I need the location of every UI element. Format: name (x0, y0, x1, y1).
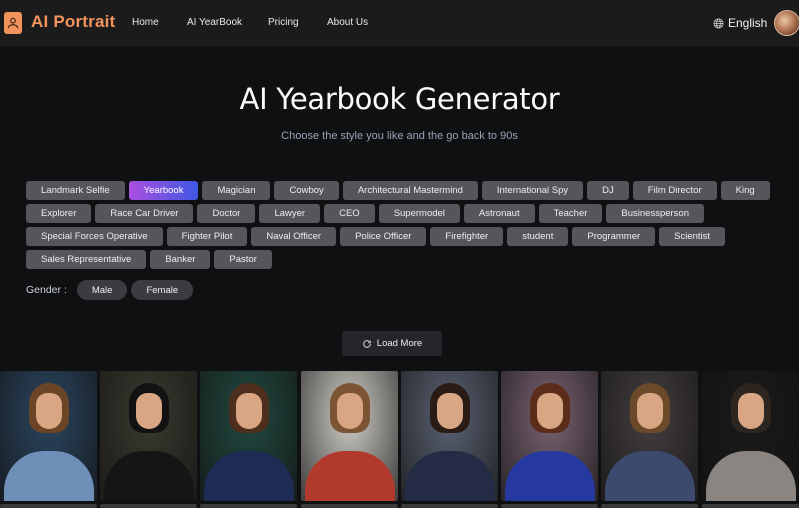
portrait-face (235, 393, 262, 429)
yearbook-photo-sweater-boy[interactable] (0, 371, 97, 501)
portrait-face (436, 393, 463, 429)
gallery-next-row-card[interactable] (702, 504, 799, 508)
portrait-face (336, 393, 363, 429)
gallery-next-row-card[interactable] (0, 504, 97, 508)
yearbook-photo-glasses-girl[interactable] (200, 371, 297, 501)
style-chip-firefighter[interactable]: Firefighter (430, 227, 504, 246)
portrait-shoulders (304, 451, 395, 501)
style-chip-police-officer[interactable]: Police Officer (340, 227, 427, 246)
gallery-next-row-card[interactable] (301, 504, 398, 508)
yearbook-photo-suit-boy[interactable] (401, 371, 498, 501)
nav-pricing[interactable]: Pricing (268, 17, 299, 28)
user-icon (7, 17, 19, 29)
portrait-face (536, 393, 563, 429)
style-chip-supermodel[interactable]: Supermodel (378, 204, 460, 223)
style-chip-lawyer[interactable]: Lawyer (259, 204, 321, 223)
style-chip-sales-representative[interactable]: Sales Representative (26, 250, 147, 269)
refresh-icon (362, 339, 371, 348)
language-label: English (728, 16, 768, 30)
style-chip-banker[interactable]: Banker (150, 250, 211, 269)
gallery-next-row-card[interactable] (200, 504, 297, 508)
style-chip-dj[interactable]: DJ (587, 181, 629, 200)
style-chip-explorer[interactable]: Explorer (26, 204, 92, 223)
style-chip-student[interactable]: student (507, 227, 569, 246)
style-chip-architectural-mastermind[interactable]: Architectural Mastermind (342, 181, 478, 200)
yearbook-photo-dark-hair-girl[interactable] (100, 371, 197, 501)
yearbook-photo-blazer-boy[interactable] (601, 371, 698, 501)
gallery-next-row-card[interactable] (601, 504, 698, 508)
style-chip-doctor[interactable]: Doctor (197, 204, 256, 223)
page-subtitle: Choose the style you like and the go bac… (281, 130, 518, 142)
nav-ai-yearbook[interactable]: AI YearBook (187, 17, 242, 28)
yearbook-gallery (0, 371, 799, 508)
portrait-face (737, 393, 764, 429)
load-more-label: Load More (376, 338, 423, 349)
top-navbar: AI Portrait Home AI YearBook Pricing Abo… (0, 0, 799, 46)
gender-filter: Gender : Male Female (26, 280, 194, 300)
gender-label: Gender : (26, 284, 67, 296)
style-chip-businessperson[interactable]: Businessperson (606, 204, 705, 223)
style-chip-astronaut[interactable]: Astronaut (463, 204, 535, 223)
style-chip-pastor[interactable]: Pastor (214, 250, 272, 269)
portrait-shoulders (203, 451, 294, 501)
globe-icon (713, 18, 724, 28)
style-chip-magician[interactable]: Magician (202, 181, 271, 200)
portrait-shoulders (705, 451, 796, 501)
portrait-shoulders (604, 451, 695, 501)
yearbook-photo-cellist[interactable] (702, 371, 799, 501)
style-chip-special-forces-operative[interactable]: Special Forces Operative (26, 227, 163, 246)
style-chip-yearbook[interactable]: Yearbook (128, 181, 199, 200)
style-chip-film-director[interactable]: Film Director (632, 181, 717, 200)
style-chip-king[interactable]: King (720, 181, 770, 200)
gender-female-button[interactable]: Female (131, 280, 194, 300)
style-chip-teacher[interactable]: Teacher (538, 204, 603, 223)
gallery-next-row-card[interactable] (501, 504, 598, 508)
portrait-face (135, 393, 162, 429)
portrait-shoulders (103, 451, 194, 501)
language-selector[interactable]: English (713, 16, 767, 30)
logo[interactable] (4, 12, 22, 34)
nav-home[interactable]: Home (132, 17, 159, 28)
style-chip-ceo[interactable]: CEO (324, 204, 375, 223)
style-chip-naval-officer[interactable]: Naval Officer (251, 227, 337, 246)
gender-male-button[interactable]: Male (76, 280, 128, 300)
portrait-face (636, 393, 663, 429)
yearbook-photo-cheerleader[interactable] (501, 371, 598, 501)
style-chip-race-car-driver[interactable]: Race Car Driver (95, 204, 194, 223)
style-chip-landmark-selfie[interactable]: Landmark Selfie (26, 181, 125, 200)
style-chip-list: Landmark Selfie Yearbook Magician Cowboy Arc… (26, 181, 786, 269)
style-chip-scientist[interactable]: Scientist (659, 227, 726, 246)
gallery-next-row-card[interactable] (100, 504, 197, 508)
user-avatar[interactable] (774, 10, 799, 36)
style-chip-programmer[interactable]: Programmer (572, 227, 656, 246)
load-more-button[interactable]: Load More (342, 331, 442, 356)
page-title: AI Yearbook Generator (239, 82, 560, 116)
yearbook-photo-framed-girl[interactable] (301, 371, 398, 501)
nav-about-us[interactable]: About Us (327, 17, 368, 28)
gallery-next-row-card[interactable] (401, 504, 498, 508)
portrait-face (35, 393, 62, 429)
portrait-shoulders (3, 451, 94, 501)
style-chip-cowboy[interactable]: Cowboy (274, 181, 339, 200)
portrait-shoulders (504, 451, 595, 501)
portrait-shoulders (404, 451, 495, 501)
style-chip-international-spy[interactable]: International Spy (481, 181, 584, 200)
style-chip-fighter-pilot[interactable]: Fighter Pilot (166, 227, 248, 246)
brand-name[interactable]: AI Portrait (31, 12, 115, 32)
